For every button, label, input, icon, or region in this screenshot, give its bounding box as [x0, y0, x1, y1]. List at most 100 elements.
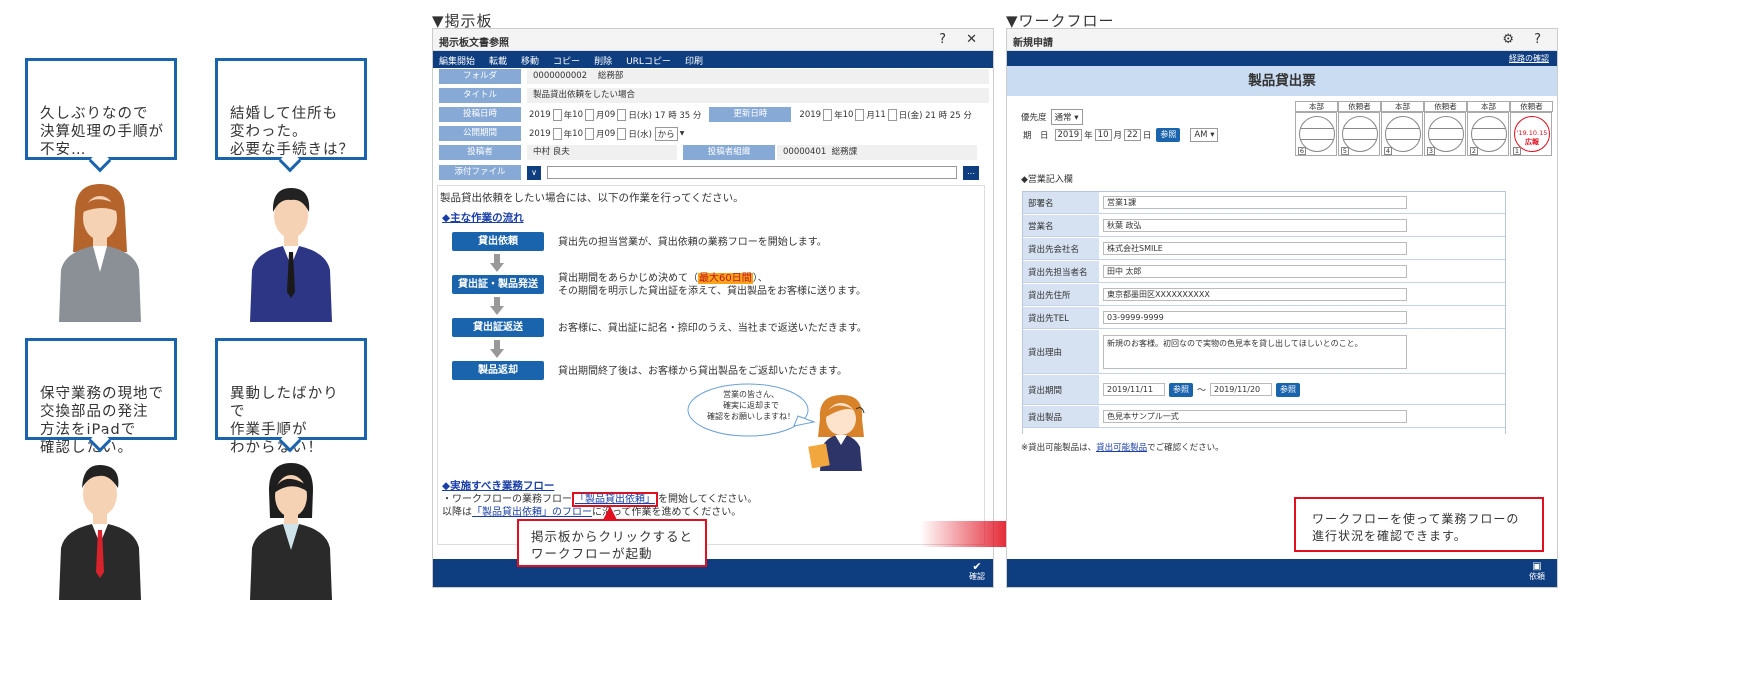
- company-input[interactable]: 株式会社SMILE: [1103, 242, 1407, 255]
- sales-name-input[interactable]: 秋葉 政弘: [1103, 219, 1407, 232]
- down-arrow-icon: [490, 254, 504, 272]
- stamp-cell: 3: [1424, 112, 1466, 156]
- bulletin-callout: 掲示板からクリックすると ワークフローが起動: [517, 519, 707, 567]
- down-arrow-icon: [490, 297, 504, 315]
- persona-bubble: 久しぶりなので 決算処理の手順が 不安…: [25, 58, 177, 173]
- route-bar: 経路の確認: [1007, 51, 1557, 66]
- date-day-input[interactable]: 22: [1124, 129, 1141, 141]
- field-label: 貸出期間: [1023, 375, 1099, 404]
- route-check-link[interactable]: 経路の確認: [1509, 54, 1549, 63]
- period-separator: 〜: [1197, 386, 1207, 396]
- available-products-link[interactable]: 貸出可能製品: [1096, 443, 1147, 453]
- step-text: お客様に、貸出証に記名・捺印のうえ、当社まで返送いただきます。: [558, 323, 867, 334]
- bulletin-titlebar: 掲示板文書参照 ? ✕: [433, 29, 993, 51]
- stamp-header: 依頼者: [1338, 101, 1381, 112]
- field-label: 貸出理由: [1023, 330, 1099, 373]
- date-ref-button[interactable]: 参照: [1156, 128, 1181, 142]
- author-group-label: 投稿者組織: [683, 145, 775, 160]
- window-controls[interactable]: ? ✕: [939, 32, 985, 47]
- field-label: 貸出先会社名: [1023, 238, 1099, 259]
- speech-text: 営業の皆さん、 確実に返却まで 確認をお願いしますね！: [707, 390, 795, 421]
- menu-repost[interactable]: 転載: [489, 54, 507, 67]
- intro-text: 製品貸出依頼をしたい場合には、以下の作業を行ってください。: [440, 192, 744, 204]
- stamp-cell: 5: [1338, 112, 1380, 156]
- availability-note: ※貸出可能製品は、貸出可能製品でご確認ください。: [1021, 443, 1224, 453]
- stamp-cell: 4: [1381, 112, 1423, 156]
- highlight-badge: 最大60日間: [698, 273, 753, 284]
- attach-input[interactable]: [547, 166, 957, 179]
- persona-bubble: 保守業務の現地で 交換部品の発注 方法をiPadで 確認したい。: [25, 338, 177, 456]
- menu-delete[interactable]: 削除: [594, 54, 612, 67]
- period-from-ref-button[interactable]: 参照: [1169, 382, 1193, 397]
- contact-input[interactable]: 田中 太郎: [1103, 265, 1407, 278]
- menu-url-copy[interactable]: URLコピー: [626, 54, 671, 67]
- step-text: 貸出期間をあらかじめ決めて（最大60日間）、 その期間を明示した貸出証を添えて、…: [558, 273, 866, 297]
- product-input[interactable]: 色見本サンプル一式: [1103, 410, 1407, 423]
- period-from-input[interactable]: 2019/11/11: [1103, 383, 1165, 396]
- person-avatar: [59, 184, 141, 322]
- bulletin-content: 製品貸出依頼をしたい場合には、以下の作業を行ってください。 ◆主な作業の流れ 貸…: [437, 185, 985, 545]
- attach-toggle-button[interactable]: ∨: [527, 165, 541, 180]
- send-icon: ▣: [1532, 561, 1542, 572]
- field-label: 部署名: [1023, 192, 1099, 213]
- folder-value: 0000000002 総務部: [527, 69, 989, 84]
- down-arrow-icon: [490, 340, 504, 358]
- product-loan-flow-link[interactable]: 「製品貸出依頼」のフロー: [472, 507, 592, 518]
- priority-label: 優先度: [1021, 113, 1047, 123]
- publish-from-select[interactable]: から: [654, 126, 678, 141]
- stamp-cell: 2: [1467, 112, 1509, 156]
- step-button: 貸出証返送: [452, 318, 544, 337]
- field-label: 貸出先担当者名: [1023, 261, 1099, 282]
- dept-input[interactable]: 営業1課: [1103, 196, 1407, 209]
- menu-print[interactable]: 印刷: [685, 54, 703, 67]
- publish-label: 公開期間: [439, 126, 521, 141]
- step-button: 貸出依頼: [452, 232, 544, 251]
- field-label: 貸出先住所: [1023, 284, 1099, 305]
- stamp-cell-stamped: '19.10.15 広報 1: [1510, 112, 1552, 156]
- folder-label: フォルダ: [439, 69, 521, 84]
- stamp-cell: 6: [1295, 112, 1337, 156]
- attach-browse-button[interactable]: …: [963, 165, 979, 180]
- workflow-window-title: 新規申請: [1013, 38, 1053, 49]
- date-month-input[interactable]: 10: [1094, 129, 1112, 141]
- field-label: 営業名: [1023, 215, 1099, 236]
- tel-input[interactable]: 03-9999-9999: [1103, 311, 1407, 324]
- person-avatar: [250, 463, 332, 600]
- settings-help-controls[interactable]: ⚙ ?: [1502, 32, 1549, 47]
- step-text: 貸出先の担当営業が、貸出依頼の業務フローを開始します。: [558, 237, 827, 248]
- date-year-input[interactable]: 2019: [1054, 129, 1083, 141]
- priority-row: 優先度 通常 ▾: [1021, 109, 1083, 125]
- persona-bubble: 結婚して住所も 変わった。 必要な手続きは？: [215, 58, 367, 173]
- submit-button[interactable]: ▣ 依頼: [1529, 562, 1545, 582]
- author-value: 中村 良夫: [527, 145, 677, 160]
- priority-select[interactable]: 通常 ▾: [1050, 109, 1083, 125]
- check-icon: ✔: [972, 560, 982, 573]
- reason-textarea[interactable]: 新規のお客様。初回なので実物の色見本を貸し出してほしいとのこと。: [1103, 334, 1407, 369]
- form-title: 製品貸出票: [1248, 73, 1316, 89]
- posted-dow: 日(水): [628, 110, 652, 121]
- persona-text: 結婚して住所も 変わった。 必要な手続きは？: [230, 106, 354, 158]
- step-button: 貸出証・製品発送: [452, 275, 544, 294]
- ampm-select[interactable]: AM ▾: [1190, 128, 1219, 142]
- loan-form-table: 部署名 営業1課 営業名 秋葉 政弘 貸出先会社名 株式会社SMILE 貸出先担当者名…: [1022, 191, 1506, 434]
- posted-year: 2019: [529, 109, 551, 120]
- operator-character: [808, 395, 865, 471]
- bulletin-menubar: 編集開始 転載 移動 コピー 削除 URLコピー 印刷: [433, 51, 993, 68]
- updated-dow: 日(金): [898, 110, 923, 121]
- menu-move[interactable]: 移動: [521, 54, 539, 67]
- author-group-value: 00000401 総務課: [777, 145, 977, 160]
- callout-pointer: [603, 506, 617, 520]
- period-to-ref-button[interactable]: 参照: [1276, 382, 1301, 397]
- stamp-header: 本部: [1295, 101, 1338, 112]
- menu-copy[interactable]: コピー: [553, 54, 580, 67]
- step-text: 貸出期間終了後は、お客様から貸出製品をご返却いただきます。: [558, 366, 847, 377]
- address-input[interactable]: 東京都墨田区XXXXXXXXXX: [1103, 288, 1407, 301]
- stamp-header: 本部: [1467, 101, 1510, 112]
- must-line-2: 以降は「製品貸出依頼」のフローに沿って作業を進めてください。: [442, 507, 742, 518]
- confirm-button[interactable]: ✔ 確認: [969, 560, 985, 582]
- period-to-input[interactable]: 2019/11/20: [1210, 383, 1273, 396]
- workflow-titlebar: 新規申請 ⚙ ?: [1007, 29, 1557, 51]
- menu-edit[interactable]: 編集開始: [439, 54, 475, 67]
- title-label: タイトル: [439, 88, 521, 103]
- posted-label: 投稿日時: [439, 107, 521, 122]
